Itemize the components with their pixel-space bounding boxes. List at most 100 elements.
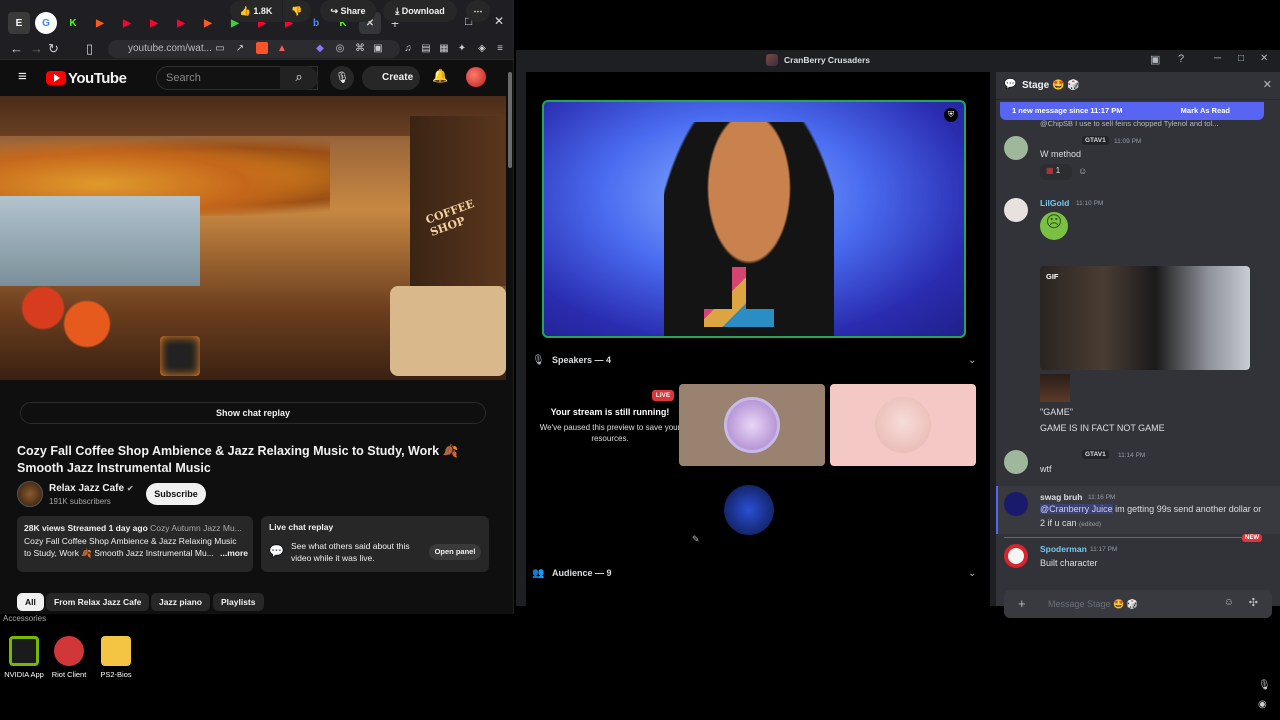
tab-5[interactable]: ▶ — [116, 12, 138, 34]
vpn-icon[interactable]: ◈ — [476, 42, 488, 54]
chevron-down-icon[interactable]: ⌄ — [968, 355, 976, 366]
more-actions-icon[interactable]: ⋯ — [466, 0, 490, 22]
share-icon[interactable]: ↗ — [234, 42, 246, 54]
open-panel-button[interactable]: Open panel — [429, 544, 481, 560]
reply-preview[interactable]: @ChipSB I use to sell feins chopped Tyle… — [1040, 117, 1260, 131]
forward-icon[interactable]: → — [30, 41, 43, 56]
menu-icon[interactable]: ≡ — [494, 42, 506, 54]
browser-scrollbar[interactable] — [506, 62, 513, 614]
extension-1-icon[interactable]: ◆ — [314, 42, 326, 54]
channel-name[interactable]: Relax Jazz Cafe ✔ — [49, 483, 134, 494]
riot-icon — [54, 636, 84, 666]
emoji-icon[interactable]: ☺ — [1224, 597, 1234, 608]
chip-playlists[interactable]: Playlists — [213, 593, 264, 611]
share-button[interactable]: ↪ Share — [320, 0, 376, 22]
user-avatar[interactable] — [1004, 544, 1028, 568]
attach-plus-icon[interactable]: + — [1018, 596, 1026, 611]
hamburger-menu-icon[interactable]: ≡ — [18, 68, 27, 85]
mark-as-read-button[interactable]: Mark As Read — [1181, 106, 1230, 115]
gif-attachment[interactable]: GIF — [1040, 266, 1250, 370]
back-icon[interactable]: ← — [10, 41, 23, 56]
user-avatar[interactable] — [1004, 136, 1028, 160]
dislike-button[interactable]: 👎 — [283, 0, 311, 22]
wallet-icon[interactable]: ▦ — [438, 42, 450, 54]
message-composer[interactable]: + Message Stage 🤩 🎲 ☺ ✣ — [1004, 590, 1272, 618]
extension-puzzle-icon[interactable]: ⌘ — [354, 42, 366, 54]
youtube-logo-icon[interactable] — [46, 71, 66, 85]
ps2-bios-folder[interactable]: PS2-Bios — [92, 636, 140, 679]
tab-2[interactable]: G — [35, 12, 57, 34]
username[interactable]: swag bruh — [1040, 492, 1083, 502]
riot-client-shortcut[interactable]: Riot Client — [45, 636, 93, 679]
apps-icon[interactable]: ✣ — [1249, 596, 1258, 609]
microphone-icon[interactable]: 🎙 — [330, 66, 354, 90]
speaker-tile-3[interactable]: ✎ — [679, 472, 825, 554]
stream-running-title: Your stream is still running! — [550, 407, 670, 417]
speakers-header[interactable]: Speakers — 4 — [552, 355, 611, 365]
reload-icon[interactable]: ↻ — [48, 41, 59, 57]
username[interactable]: LilGold — [1040, 198, 1069, 208]
reaction-pill[interactable]: ▦ 1 — [1040, 164, 1072, 180]
add-reaction-icon[interactable]: ☺ — [1078, 166, 1087, 176]
leo-icon[interactable]: ✦ — [456, 42, 468, 54]
help-icon[interactable]: ? — [1178, 53, 1184, 65]
chip-jazz-piano[interactable]: Jazz piano — [151, 593, 210, 611]
create-button[interactable]: Create — [362, 66, 420, 90]
speaker-camera-feed[interactable]: ⛨ — [542, 100, 966, 338]
cast-icon[interactable]: ▭ — [214, 42, 226, 54]
tab-4[interactable]: ▶ — [89, 12, 111, 34]
discord-maximize-button[interactable]: □ — [1238, 53, 1244, 64]
download-button[interactable]: ⤓ Download — [383, 0, 457, 22]
user-avatar[interactable] — [1004, 492, 1028, 516]
message-text: "GAME" — [1040, 407, 1073, 417]
description-box[interactable]: 28K views Streamed 1 day ago Cozy Autumn… — [17, 516, 253, 572]
brave-shield-icon[interactable] — [256, 42, 268, 54]
discord-close-button[interactable]: ✕ — [1260, 53, 1268, 64]
music-icon[interactable]: ♫ — [402, 42, 414, 54]
rewards-icon[interactable]: ▲ — [276, 42, 288, 54]
tab-7[interactable]: ▶ — [170, 12, 192, 34]
avatar[interactable] — [466, 67, 486, 87]
audience-chevron-icon[interactable]: ⌄ — [968, 568, 976, 579]
close-window-button[interactable]: ✕ — [494, 14, 504, 28]
chat-header: 💬 Stage 🤩 🎲 ✕ — [996, 72, 1280, 100]
location-tray-icon[interactable]: ◉ — [1258, 699, 1267, 710]
chip-all[interactable]: All — [17, 593, 44, 611]
tab-8[interactable]: ▶ — [197, 12, 219, 34]
notifications-bell-icon[interactable]: 🔔 — [432, 68, 448, 84]
channel-avatar[interactable] — [17, 481, 43, 507]
screenshot-icon[interactable]: ▣ — [372, 42, 384, 54]
username[interactable]: Spoderman — [1040, 544, 1087, 554]
video-player[interactable]: COFFEE SHOP — [0, 96, 506, 380]
scrollbar-thumb[interactable] — [508, 72, 512, 168]
nvidia-app-shortcut[interactable]: NVIDIA App — [0, 636, 48, 679]
shield-icon[interactable]: ⛨ — [944, 108, 958, 122]
tab-6[interactable]: ▶ — [143, 12, 165, 34]
microphone-tray-icon[interactable]: 🎙 — [1258, 680, 1271, 691]
channel-name-text[interactable]: Relax Jazz Cafe — [49, 483, 124, 494]
paused-stream-card[interactable]: LIVE Your stream is still running! We've… — [538, 385, 682, 465]
extension-2-icon[interactable]: ◎ — [334, 42, 346, 54]
audience-header[interactable]: Audience — 9 — [552, 568, 612, 578]
tab-1[interactable]: E — [8, 12, 30, 34]
message-input-placeholder[interactable]: Message Stage 🤩 🎲 — [1048, 599, 1138, 610]
tab-3[interactable]: K — [62, 12, 84, 34]
inbox-icon[interactable]: ▣ — [1150, 53, 1160, 66]
speaker-tile-2[interactable] — [830, 384, 976, 466]
user-mention[interactable]: @Cranberry Juice — [1040, 504, 1113, 514]
more-link[interactable]: ...more — [220, 547, 248, 560]
close-chat-icon[interactable]: ✕ — [1263, 78, 1272, 91]
speaker-tile-1[interactable] — [679, 384, 825, 466]
youtube-logo-text[interactable]: YouTube — [68, 70, 127, 87]
like-button[interactable]: 👍 1.8K — [230, 0, 282, 22]
subscribe-button[interactable]: Subscribe — [146, 483, 206, 505]
show-chat-replay-button[interactable]: Show chat replay — [20, 402, 486, 424]
user-avatar[interactable] — [1004, 198, 1028, 222]
chip-from-channel[interactable]: From Relax Jazz Cafe — [46, 593, 150, 611]
sidebar-icon[interactable]: ▤ — [420, 42, 432, 54]
search-icon[interactable]: ⌕ — [280, 66, 318, 90]
discord-minimize-button[interactable]: ─ — [1214, 53, 1221, 64]
bookmark-icon[interactable]: ▯ — [86, 41, 93, 57]
user-avatar[interactable] — [1004, 450, 1028, 474]
video-scene-flowers — [10, 276, 120, 356]
